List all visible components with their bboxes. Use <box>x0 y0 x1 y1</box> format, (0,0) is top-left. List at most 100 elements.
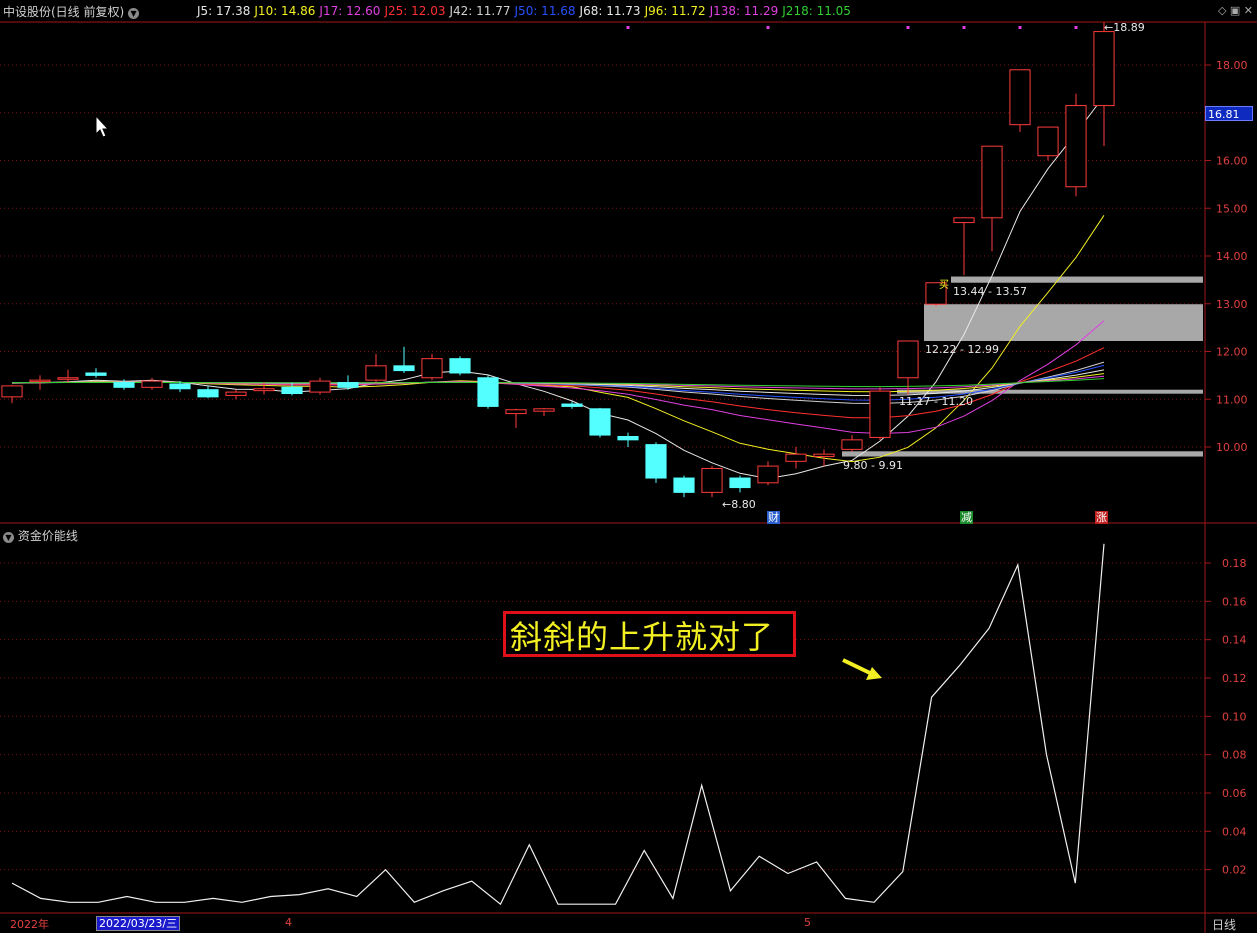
candle-body <box>421 358 443 379</box>
candle-body <box>673 477 695 493</box>
mouse-cursor-icon <box>95 114 110 138</box>
signal-dots <box>626 26 1078 29</box>
annotation-text: 斜斜的上升就对了 <box>510 618 775 656</box>
indicator-tick-label: 0.04 <box>1222 825 1247 838</box>
price-zone <box>842 451 1203 457</box>
price-tick-label: 10.00 <box>1216 441 1248 454</box>
candle-body <box>981 145 1003 219</box>
month-5-label: 5 <box>804 916 811 929</box>
candle-body <box>841 439 863 450</box>
indicator-tick-label: 0.06 <box>1222 787 1247 800</box>
window-controls[interactable]: ◇ ▣ ✕ <box>1218 4 1253 17</box>
price-tick-label: 11.00 <box>1216 393 1248 406</box>
year-label: 2022年 <box>10 918 49 931</box>
low-price-label: ←8.80 <box>722 498 756 511</box>
candle-body <box>533 408 555 412</box>
candle-body <box>1065 105 1087 188</box>
stock-title: 中设股份(日线 前复权) <box>3 5 125 19</box>
candle-body <box>1093 31 1115 107</box>
price-tick-label: 12.00 <box>1216 346 1248 359</box>
candle-body <box>477 377 499 407</box>
high-price-label: ←18.89 <box>1104 21 1145 34</box>
signal-dot <box>626 26 630 29</box>
zone3-label: 11.17 - 11.20 <box>899 395 973 408</box>
price-tick-label: 18.00 <box>1216 59 1248 72</box>
price-tick-label: 14.00 <box>1216 250 1248 263</box>
zone4-label: 9.80 - 9.91 <box>843 459 903 472</box>
event-marker-zhang[interactable]: 涨 <box>1095 511 1108 524</box>
candle-body <box>757 465 779 484</box>
selected-date: 2022/03/23/三 <box>96 916 181 931</box>
event-marker-cai[interactable]: 财 <box>767 511 780 524</box>
candle-body <box>169 383 191 390</box>
ma-legend-item: J5: 17.38 <box>197 4 251 18</box>
ma-legend-item: J218: 11.05 <box>782 4 851 18</box>
top-bar: 中设股份(日线 前复权) ▼ J5: 17.38 J10: 14.86 J17: 1… <box>0 0 1257 22</box>
candle-body <box>253 388 275 392</box>
indicator-tick-label: 0.14 <box>1222 634 1247 647</box>
period-label[interactable]: 日线 <box>1212 916 1236 933</box>
annotation-arrow <box>842 658 882 680</box>
ma-legend-item: J138: 11.29 <box>709 4 779 18</box>
zone2-label: 12.22 - 12.99 <box>925 343 999 356</box>
candle-body <box>1 385 23 398</box>
candle-body <box>505 409 527 415</box>
chevron-down-icon[interactable]: ▼ <box>3 532 14 543</box>
price-tick-label: 15.00 <box>1216 202 1248 215</box>
candle-body <box>617 435 639 441</box>
indicator-line <box>11 543 1105 906</box>
candle-body <box>281 386 303 395</box>
ma-legend-item: J17: 12.60 <box>319 4 381 18</box>
chevron-down-icon[interactable]: ▼ <box>128 8 140 19</box>
candle-body <box>813 453 835 458</box>
candle-body <box>449 358 471 374</box>
price-zone <box>924 304 1203 341</box>
candle-body <box>1037 126 1059 157</box>
event-marker-jian[interactable]: 减 <box>960 511 973 524</box>
candle-body <box>897 340 919 379</box>
candle-body <box>141 380 163 388</box>
signal-dot <box>1074 26 1078 29</box>
signal-dot <box>766 26 770 29</box>
candle-body <box>113 382 135 388</box>
candle-body <box>309 380 331 393</box>
candle-body <box>561 403 583 407</box>
chart-title[interactable]: 中设股份(日线 前复权) ▼ <box>3 3 140 20</box>
candle-body <box>589 408 611 436</box>
ma-legend-item: J68: 11.73 <box>579 4 641 18</box>
month-4-label: 4 <box>285 916 292 929</box>
candle-body <box>85 372 107 376</box>
price-tick-label: 16.00 <box>1216 155 1248 168</box>
signal-dot <box>1018 26 1022 29</box>
zone1-label: 13.44 - 13.57 <box>953 285 1027 298</box>
indicator-tick-label: 0.16 <box>1222 595 1247 608</box>
indicator-tick-label: 0.10 <box>1222 710 1247 723</box>
signal-dot <box>906 26 910 29</box>
buy-mark: 买 <box>939 280 949 291</box>
ma-legend-item: J10: 14.86 <box>254 4 316 18</box>
candle-body <box>365 365 387 381</box>
price-tick-label: 13.00 <box>1216 298 1248 311</box>
candle-body <box>57 377 79 380</box>
candle-body <box>1009 69 1031 126</box>
candle-body <box>729 477 751 489</box>
indicator-series <box>11 543 1105 906</box>
ma-legend: J5: 17.38 J10: 14.86 J17: 12.60 J25: 12.03 J… <box>197 4 855 18</box>
candle-body <box>701 467 723 493</box>
date-axis: 2022年 4 5 <box>0 914 1205 933</box>
indicator-tick-label: 0.18 <box>1222 557 1247 570</box>
candle-body <box>393 365 415 372</box>
ma-legend-item: J96: 11.72 <box>644 4 706 18</box>
candle-body <box>225 391 247 396</box>
candle-body <box>337 382 359 388</box>
candle-body <box>645 444 667 479</box>
indicator-title[interactable]: ▼ 资金价能线 <box>3 527 78 544</box>
ma-legend-item: J50: 11.68 <box>514 4 576 18</box>
indicator-tick-label: 0.02 <box>1222 864 1247 877</box>
indicator-axis: 0.18 0.16 0.14 0.12 0.10 0.08 0.06 0.04 0.02 <box>1205 557 1247 877</box>
ma-legend-item: J25: 12.03 <box>384 4 446 18</box>
candle-body <box>785 453 807 462</box>
ma-legend-item: J42: 11.77 <box>449 4 511 18</box>
chart-canvas: 18.0017.0016.0015.0014.0013.0012.0011.00… <box>0 21 1257 933</box>
indicator-tick-label: 0.12 <box>1222 672 1247 685</box>
